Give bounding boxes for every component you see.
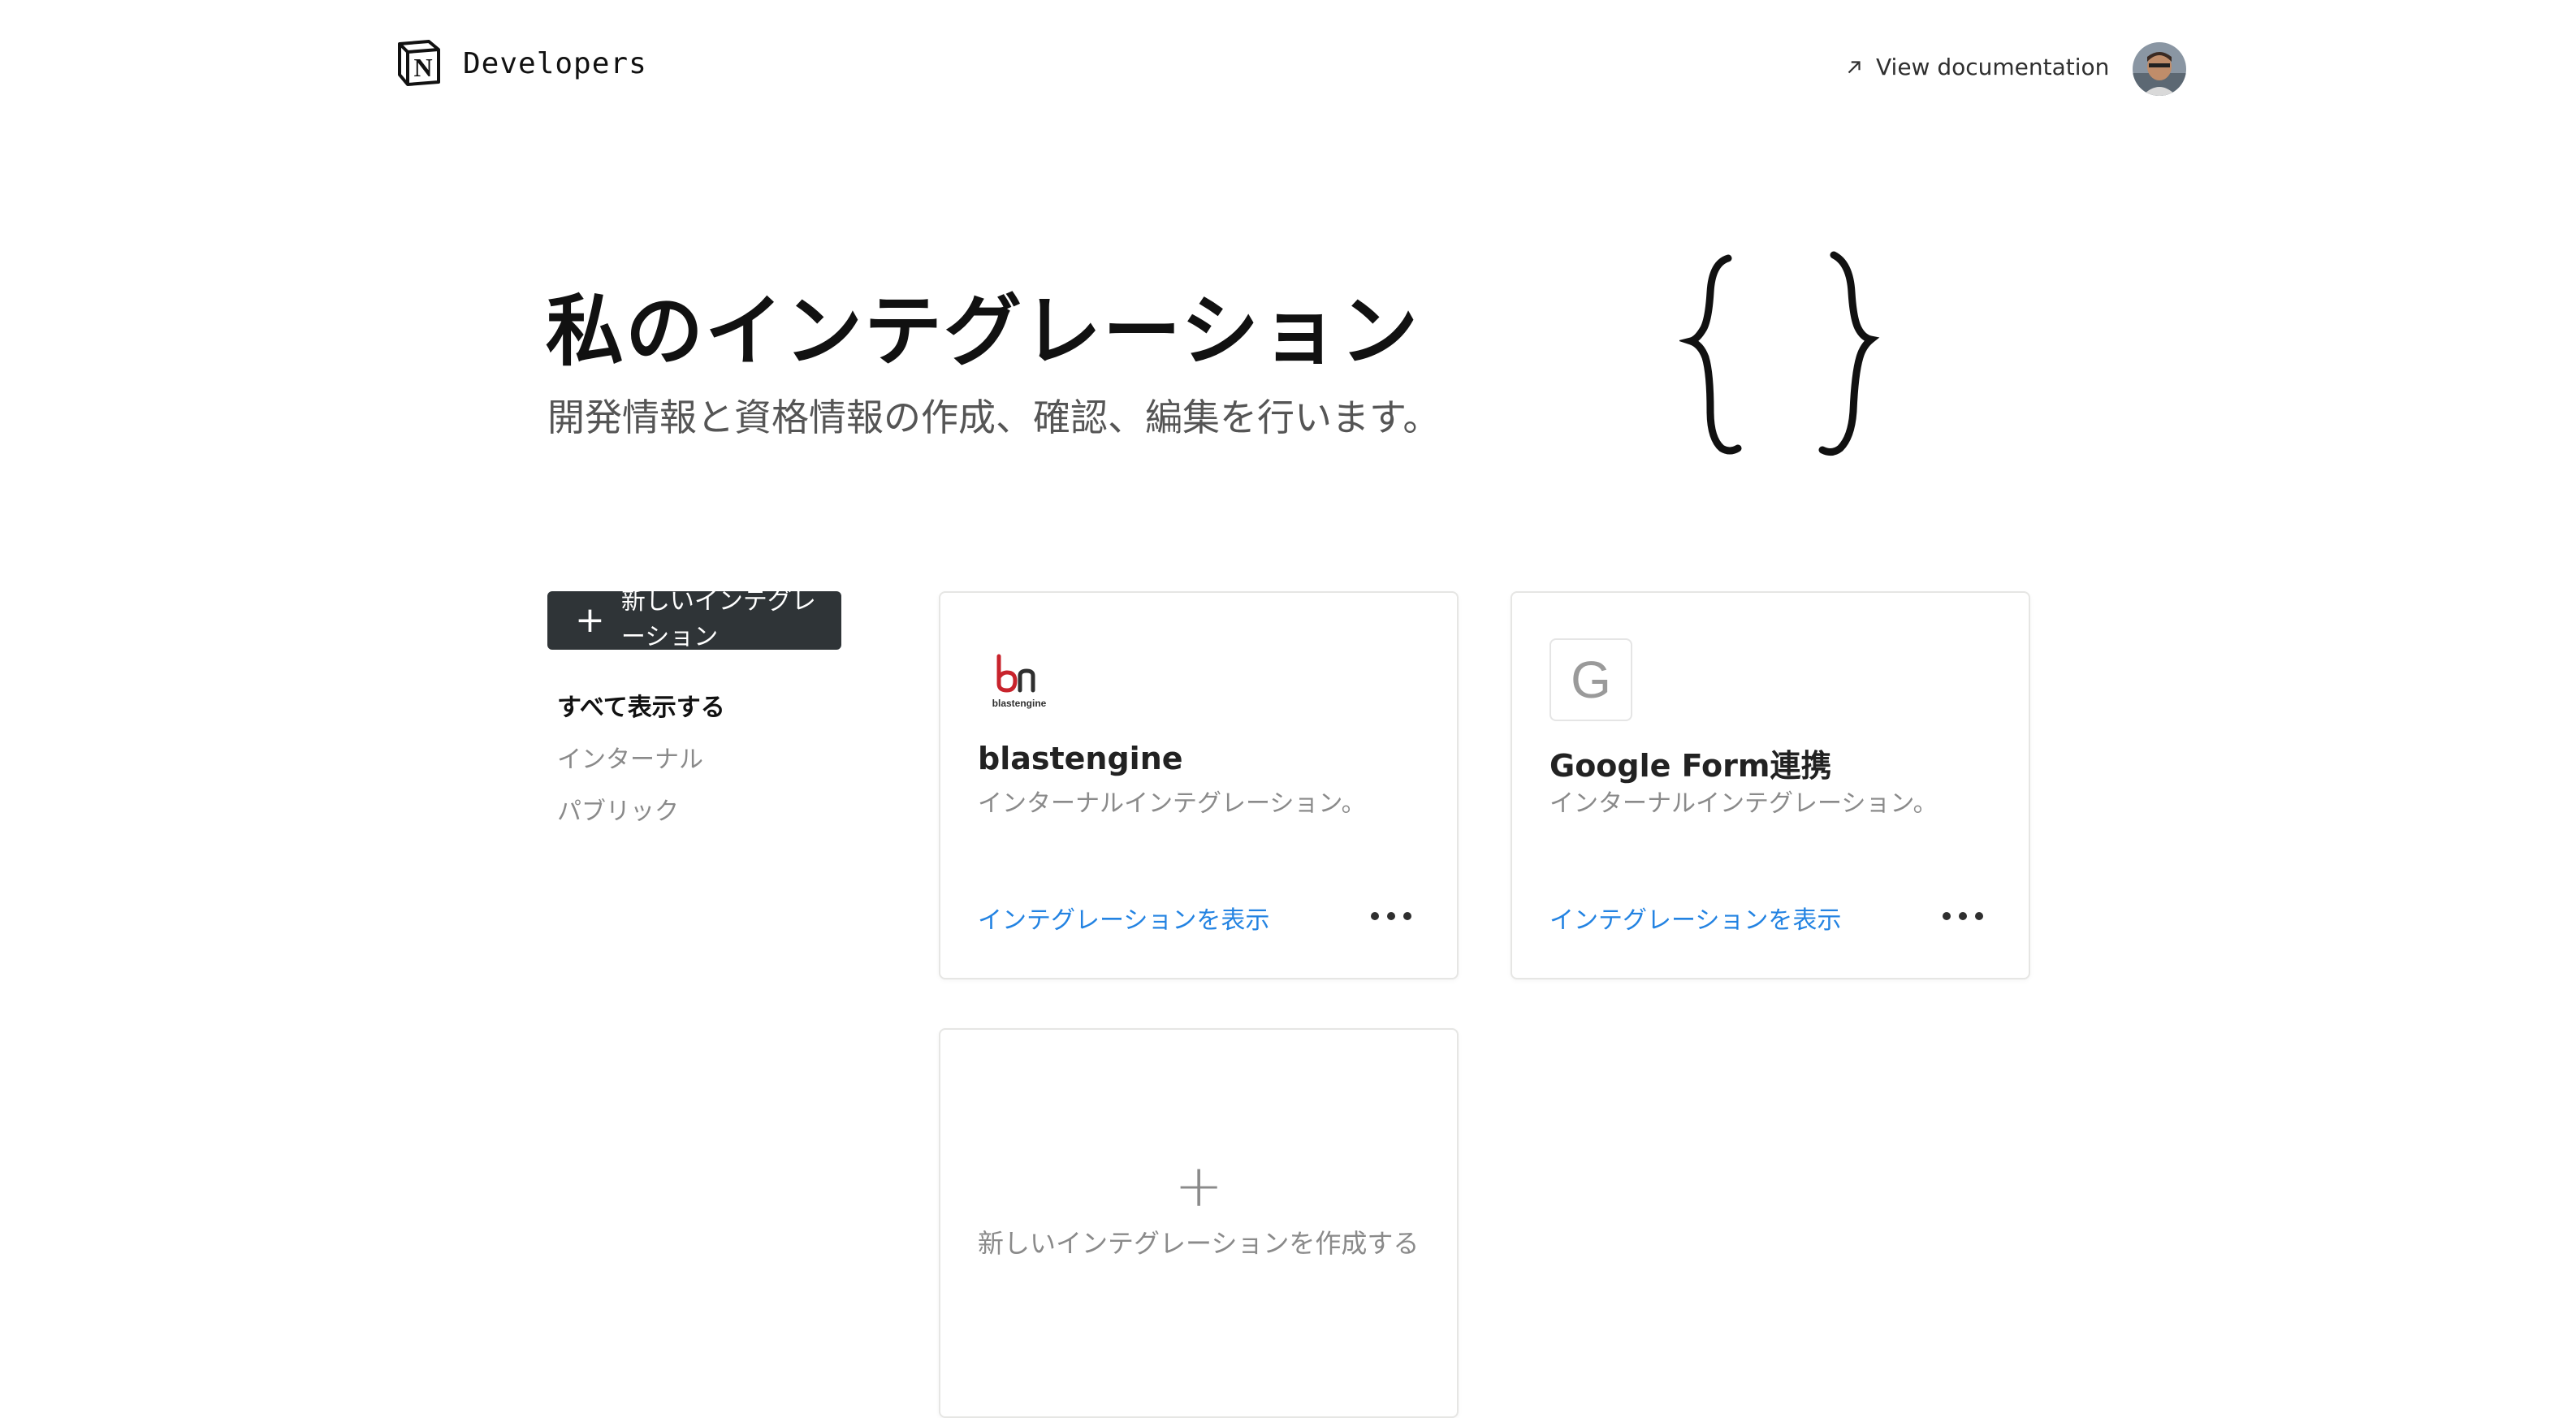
card-description: インターナルインテグレーション。	[1549, 789, 1938, 818]
page-title: 私のインテグレーション	[546, 286, 1420, 377]
filter-internal[interactable]: インターナル	[557, 744, 725, 776]
blastengine-logo: blastengine	[978, 638, 1061, 721]
integration-card-google-form[interactable]: G Google Form連携 インターナルインテグレーション。 インテグレーシ…	[1511, 591, 2030, 979]
more-icon[interactable]	[1943, 908, 1985, 924]
top-header: N Developers View documentation	[0, 0, 2576, 138]
filter-public[interactable]: パブリック	[557, 796, 725, 828]
card-description: インターナルインテグレーション。	[978, 789, 1366, 818]
card-title: blastengine	[978, 741, 1183, 776]
filter-all[interactable]: すべて表示する	[557, 692, 725, 724]
new-integration-label: 新しいインテグレーション	[620, 587, 816, 651]
create-integration-label: 新しいインテグレーションを作成する	[978, 1228, 1420, 1259]
integration-card-blastengine[interactable]: blastengine blastengine インターナルインテグレーション。…	[939, 591, 1459, 979]
plus-icon: +	[575, 599, 605, 641]
page-subtitle: 開発情報と資格情報の作成、確認、編集を行います。	[547, 396, 1441, 439]
card-title: Google Form連携	[1549, 748, 1832, 784]
view-integration-link[interactable]: インテグレーションを表示	[1549, 900, 1841, 936]
brand-title[interactable]: Developers	[463, 47, 647, 80]
filter-list: すべて表示する インターナル パブリック	[557, 692, 725, 848]
plus-icon: +	[1174, 1152, 1224, 1220]
braces-illustration	[1677, 244, 1891, 463]
view-integration-link[interactable]: インテグレーションを表示	[978, 900, 1269, 936]
avatar[interactable]	[2133, 42, 2186, 96]
notion-logo-icon[interactable]: N	[393, 37, 443, 88]
new-integration-button[interactable]: + 新しいインテグレーション	[547, 587, 841, 651]
create-integration-card[interactable]: + 新しいインテグレーションを作成する	[939, 1028, 1459, 1418]
svg-text:blastengine: blastengine	[992, 698, 1047, 709]
google-form-logo: G	[1549, 638, 1632, 721]
svg-text:N: N	[413, 53, 432, 82]
view-documentation-label: View documentation	[1876, 54, 2110, 80]
view-documentation-link[interactable]: View documentation	[1843, 54, 2109, 80]
arrow-up-right-icon	[1848, 60, 1861, 73]
more-icon[interactable]	[1371, 908, 1413, 924]
